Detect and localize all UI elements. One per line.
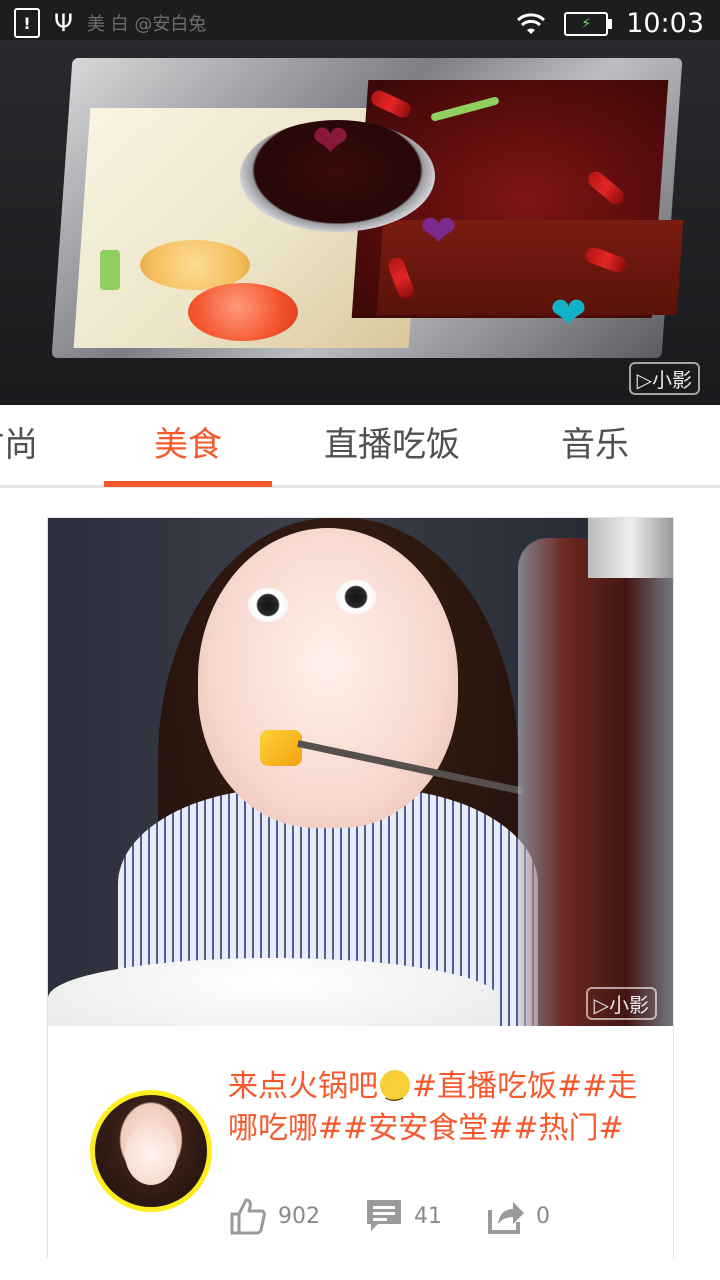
wink-emoji-icon xyxy=(380,1068,410,1110)
status-right: ⚡ 10:03 xyxy=(516,8,704,39)
tomato-slice xyxy=(188,283,298,341)
heart-icon: ❤ xyxy=(550,288,587,339)
wifi-icon xyxy=(517,12,546,34)
xiaoying-watermark: ▷小影 xyxy=(585,987,657,1020)
share-button[interactable]: 0 xyxy=(486,1196,550,1236)
thumbnail-eye xyxy=(336,580,376,614)
like-count: 902 xyxy=(278,1203,320,1229)
green-onion xyxy=(100,250,120,290)
thumbnail-food xyxy=(260,730,302,766)
clock: 10:03 xyxy=(626,8,704,39)
xiaoying-watermark: ▷小影 xyxy=(628,362,700,395)
tab-food[interactable]: 美食 xyxy=(104,405,272,485)
tab-fashion[interactable]: 时尚 xyxy=(0,405,90,485)
comment-count: 41 xyxy=(414,1203,442,1229)
notification-icon: ! xyxy=(14,8,40,38)
thumbnail-bottle-cap xyxy=(588,518,673,578)
top-video-banner[interactable]: ❤ ❤ ❤ ▷小影 xyxy=(0,0,720,405)
share-count: 0 xyxy=(536,1203,550,1229)
like-button[interactable]: 902 xyxy=(228,1196,320,1236)
thumbnail-eye xyxy=(248,588,288,622)
avatar-face xyxy=(125,1123,177,1185)
tab-music[interactable]: 音乐 xyxy=(520,405,670,485)
thumbs-up-icon xyxy=(230,1198,266,1235)
thumbnail-face xyxy=(198,528,458,828)
action-bar: 902 41 0 xyxy=(228,1194,648,1238)
usb-icon: Ψ xyxy=(54,9,73,37)
heart-icon: ❤ xyxy=(312,116,349,167)
share-icon xyxy=(488,1202,524,1234)
status-bar: ! Ψ 美 白 @安白兔 ⚡ 10:03 xyxy=(0,0,720,50)
video-thumbnail[interactable]: ▷小影 xyxy=(48,518,673,1026)
status-left: ! Ψ 美 白 @安白兔 xyxy=(14,8,206,38)
tab-live-eating[interactable]: 直播吃饭 xyxy=(300,405,484,485)
post-caption[interactable]: 来点火锅吧#直播吃饭##走哪吃哪##安安食堂##热门# xyxy=(228,1066,638,1150)
active-tab-indicator xyxy=(104,481,272,487)
thumbnail-bottle xyxy=(518,538,673,1026)
avatar[interactable] xyxy=(90,1090,212,1212)
caption-text: 来点火锅吧 xyxy=(228,1069,378,1104)
comment-icon xyxy=(367,1200,401,1231)
heart-icon: ❤ xyxy=(420,206,457,257)
comment-button[interactable]: 41 xyxy=(364,1196,442,1236)
top-watermark-text: 美 白 @安白兔 xyxy=(86,14,207,35)
battery-icon: ⚡ xyxy=(564,11,613,36)
category-tabs: 时尚 美食 直播吃饭 音乐 xyxy=(0,405,720,488)
video-card[interactable]: ▷小影 来点火锅吧#直播吃饭##走哪吃哪##安安食堂##热门# 902 41 xyxy=(47,517,674,1258)
